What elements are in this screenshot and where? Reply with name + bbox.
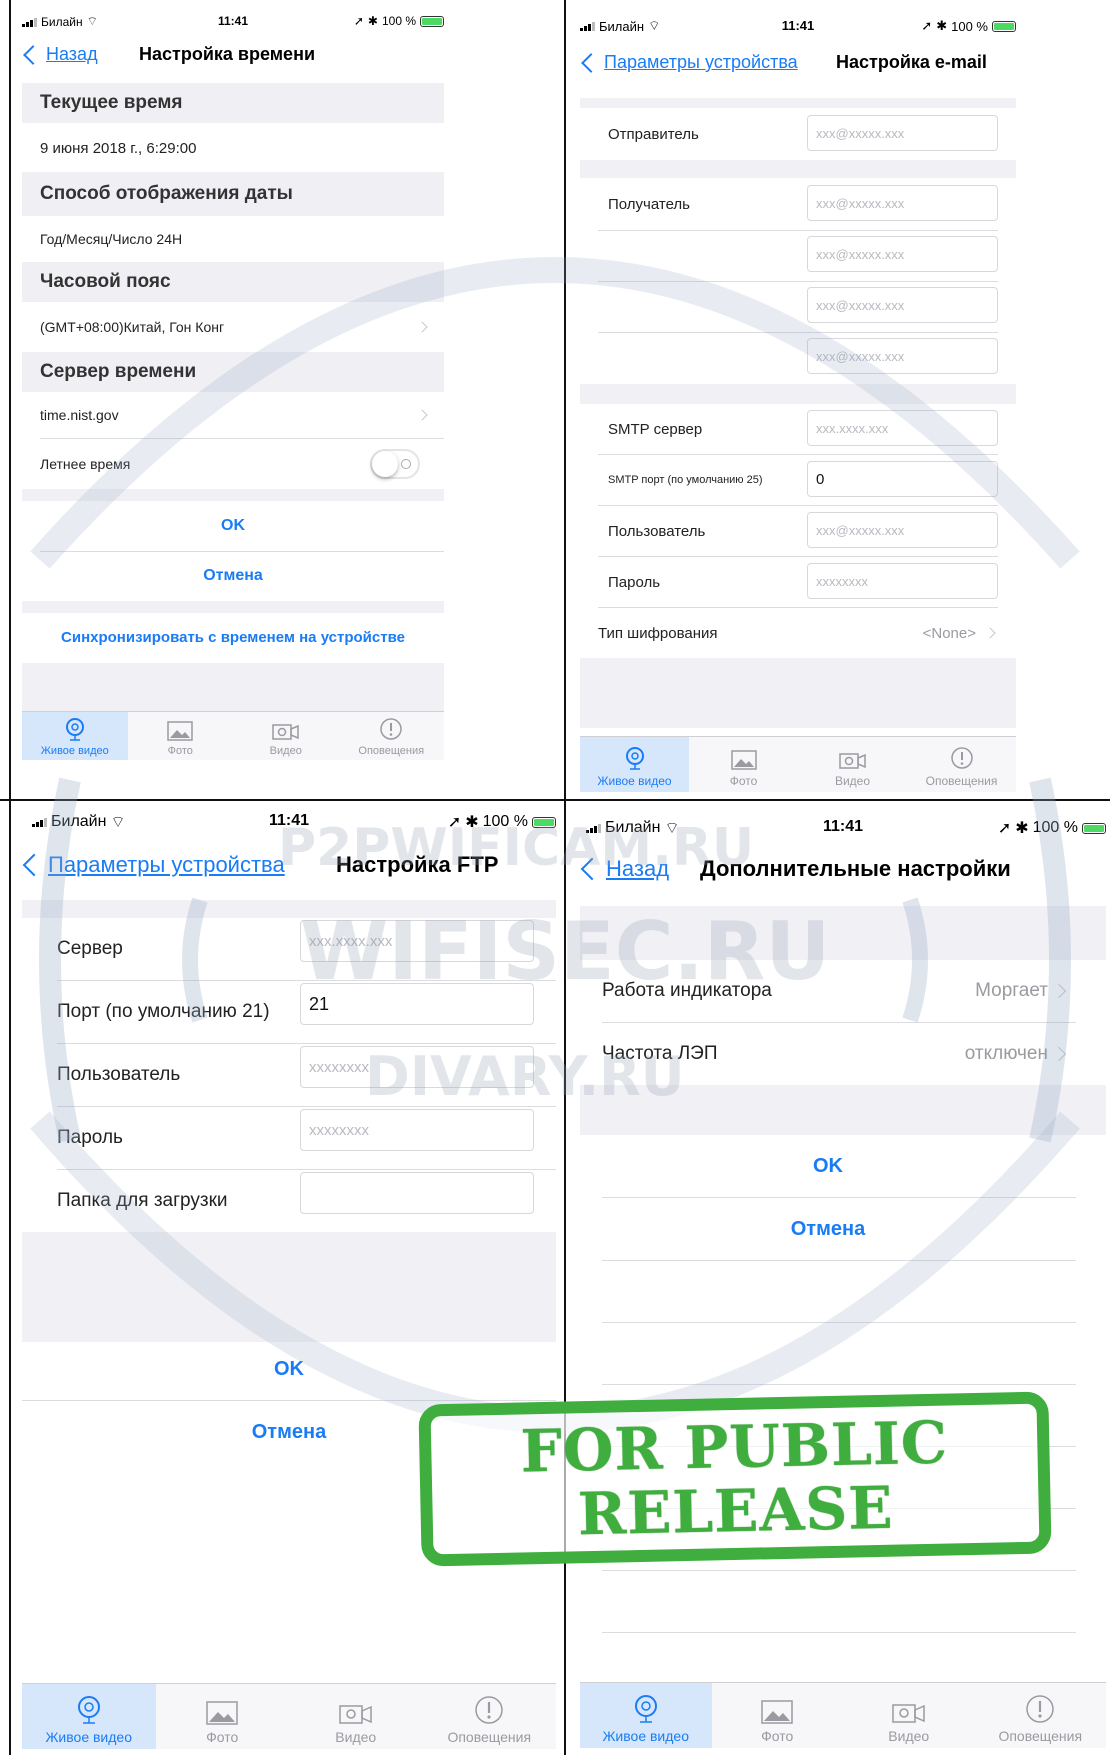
stamp-line-1: FOR PUBLIC: [519, 1408, 949, 1486]
release-stamp: FOR PUBLIC RELEASE: [418, 1391, 1052, 1567]
stamp-line-2: RELEASE: [577, 1473, 895, 1549]
